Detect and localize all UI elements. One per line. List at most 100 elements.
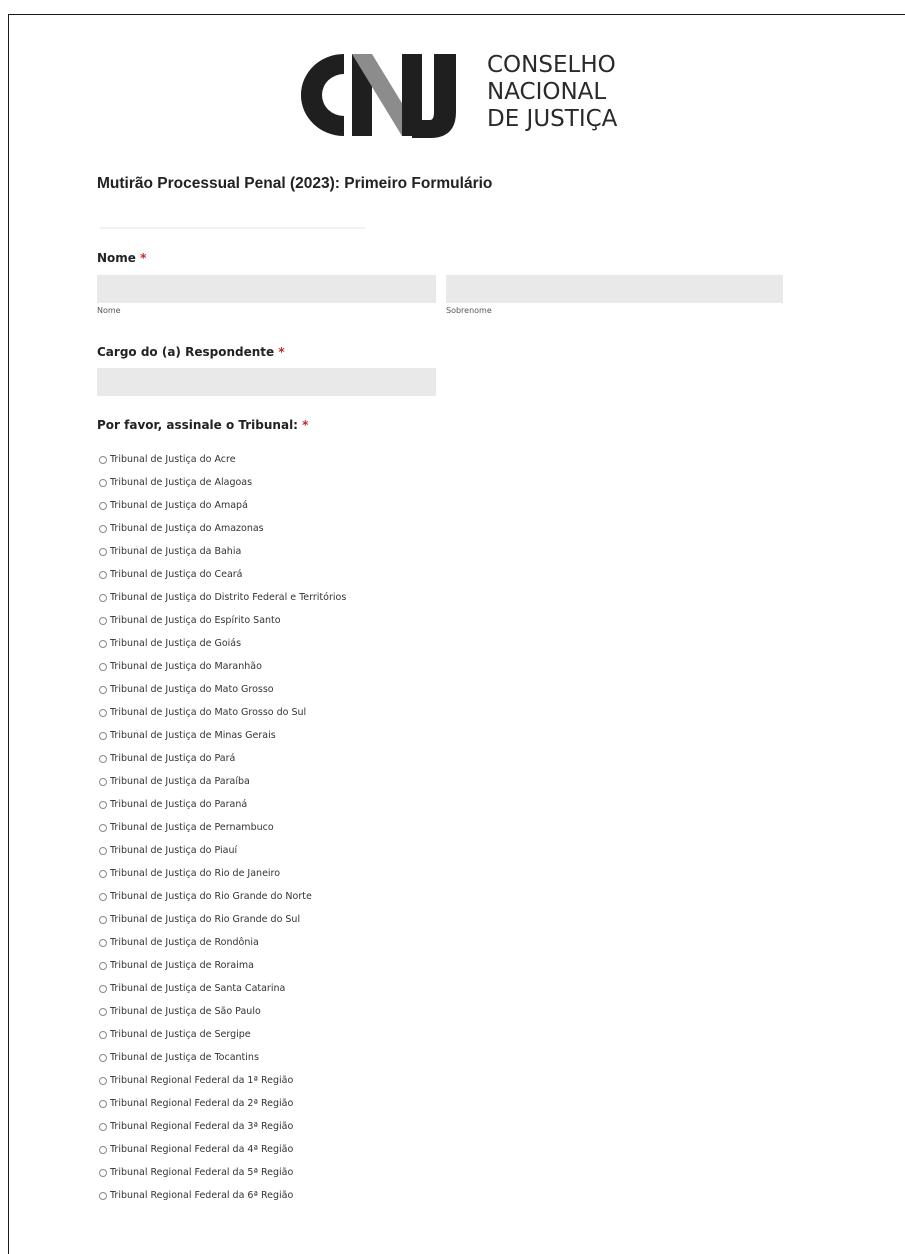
court-option-label: Tribunal de Justiça do Mato Grosso do Su… [110, 707, 307, 718]
court-option[interactable]: Tribunal Regional Federal da 3ª Região [99, 1115, 346, 1138]
first-name-input[interactable] [97, 275, 436, 303]
court-option-label: Tribunal de Justiça de Pernambuco [110, 822, 274, 833]
court-option[interactable]: Tribunal de Justiça do Paraná [99, 793, 346, 816]
radio-button[interactable] [99, 1122, 107, 1131]
last-name-sublabel: Sobrenome [446, 306, 492, 315]
court-option-label: Tribunal de Justiça do Amapá [110, 500, 248, 511]
court-option[interactable]: Tribunal de Justiça da Bahia [99, 540, 346, 563]
radio-button[interactable] [99, 570, 107, 579]
radio-button[interactable] [99, 708, 107, 717]
court-option[interactable]: Tribunal de Justiça de Goiás [99, 632, 346, 655]
court-field-label: Por favor, assinale o Tribunal: * [97, 418, 309, 432]
court-option[interactable]: Tribunal de Justiça do Rio de Janeiro [99, 862, 346, 885]
role-input[interactable] [97, 368, 436, 396]
court-option-label: Tribunal de Justiça de Sergipe [110, 1029, 251, 1040]
court-option-label: Tribunal de Justiça do Espírito Santo [110, 615, 281, 626]
court-option-label: Tribunal de Justiça do Piauí [110, 845, 238, 856]
faint-divider [100, 227, 365, 229]
form-title: Mutirão Processual Penal (2023): Primeir… [97, 175, 493, 192]
court-option-label: Tribunal de Justiça da Paraíba [110, 776, 250, 787]
court-option-label: Tribunal de Justiça do Rio Grande do Sul [110, 914, 301, 925]
court-option[interactable]: Tribunal de Justiça do Pará [99, 747, 346, 770]
court-option-label: Tribunal de Justiça de Goiás [110, 638, 242, 649]
court-option[interactable]: Tribunal de Justiça de Pernambuco [99, 816, 346, 839]
court-option-label: Tribunal Regional Federal da 3ª Região [110, 1121, 294, 1132]
radio-button[interactable] [99, 547, 107, 556]
radio-button[interactable] [99, 869, 107, 878]
court-option[interactable]: Tribunal de Justiça do Ceará [99, 563, 346, 586]
court-option[interactable]: Tribunal de Justiça de Tocantins [99, 1046, 346, 1069]
court-option[interactable]: Tribunal de Justiça do Mato Grosso do Su… [99, 701, 346, 724]
court-option[interactable]: Tribunal de Justiça de Minas Gerais [99, 724, 346, 747]
radio-button[interactable] [99, 938, 107, 947]
court-option-label: Tribunal de Justiça de São Paulo [110, 1006, 261, 1017]
radio-button[interactable] [99, 1145, 107, 1154]
court-option-label: Tribunal de Justiça do Rio de Janeiro [110, 868, 281, 879]
court-option[interactable]: Tribunal de Justiça de Sergipe [99, 1023, 346, 1046]
court-option[interactable]: Tribunal de Justiça do Mato Grosso [99, 678, 346, 701]
radio-button[interactable] [99, 524, 107, 533]
radio-button[interactable] [99, 984, 107, 993]
radio-button[interactable] [99, 662, 107, 671]
radio-button[interactable] [99, 823, 107, 832]
court-option[interactable]: Tribunal Regional Federal da 6ª Região [99, 1184, 346, 1207]
court-option[interactable]: Tribunal de Justiça do Espírito Santo [99, 609, 346, 632]
org-name-line-2: NACIONAL [487, 79, 607, 105]
court-option-label: Tribunal de Justiça do Ceará [110, 569, 243, 580]
court-option[interactable]: Tribunal de Justiça do Amazonas [99, 517, 346, 540]
court-option-label: Tribunal de Justiça do Distrito Federal … [110, 592, 347, 603]
radio-button[interactable] [99, 1076, 107, 1085]
court-option-label: Tribunal de Justiça do Rio Grande do Nor… [110, 891, 312, 902]
court-option[interactable]: Tribunal de Justiça de Santa Catarina [99, 977, 346, 1000]
court-option-label: Tribunal de Justiça de Santa Catarina [110, 983, 286, 994]
radio-button[interactable] [99, 501, 107, 510]
name-field-label: Nome * [97, 251, 147, 265]
radio-button[interactable] [99, 1191, 107, 1200]
court-option-label: Tribunal de Justiça de Roraima [110, 960, 254, 971]
court-option[interactable]: Tribunal de Justiça do Rio Grande do Nor… [99, 885, 346, 908]
radio-button[interactable] [99, 616, 107, 625]
radio-button[interactable] [99, 754, 107, 763]
radio-button[interactable] [99, 455, 107, 464]
court-option[interactable]: Tribunal de Justiça de Roraima [99, 954, 346, 977]
radio-button[interactable] [99, 685, 107, 694]
court-option-label: Tribunal de Justiça do Paraná [110, 799, 248, 810]
court-option[interactable]: Tribunal Regional Federal da 1ª Região [99, 1069, 346, 1092]
radio-button[interactable] [99, 593, 107, 602]
radio-button[interactable] [99, 1168, 107, 1177]
radio-button[interactable] [99, 1030, 107, 1039]
last-name-input[interactable] [446, 275, 783, 303]
org-name-line-3: DE JUSTIÇA [487, 106, 618, 132]
radio-button[interactable] [99, 892, 107, 901]
court-option[interactable]: Tribunal Regional Federal da 2ª Região [99, 1092, 346, 1115]
radio-button[interactable] [99, 777, 107, 786]
radio-button[interactable] [99, 731, 107, 740]
court-option[interactable]: Tribunal Regional Federal da 5ª Região [99, 1161, 346, 1184]
radio-button[interactable] [99, 915, 107, 924]
radio-button[interactable] [99, 1099, 107, 1108]
radio-button[interactable] [99, 961, 107, 970]
radio-button[interactable] [99, 800, 107, 809]
court-option[interactable]: Tribunal de Justiça da Paraíba [99, 770, 346, 793]
radio-button[interactable] [99, 478, 107, 487]
radio-button[interactable] [99, 1053, 107, 1062]
court-option-label: Tribunal de Justiça do Pará [110, 753, 236, 764]
court-option[interactable]: Tribunal de Justiça de Rondônia [99, 931, 346, 954]
radio-button[interactable] [99, 846, 107, 855]
court-option-label: Tribunal Regional Federal da 5ª Região [110, 1167, 294, 1178]
court-option[interactable]: Tribunal de Justiça do Piauí [99, 839, 346, 862]
court-option[interactable]: Tribunal Regional Federal da 4ª Região [99, 1138, 346, 1161]
radio-button[interactable] [99, 639, 107, 648]
court-option[interactable]: Tribunal de Justiça de Alagoas [99, 471, 346, 494]
court-option-label: Tribunal de Justiça do Mato Grosso [110, 684, 274, 695]
court-option[interactable]: Tribunal de Justiça de São Paulo [99, 1000, 346, 1023]
court-option[interactable]: Tribunal de Justiça do Distrito Federal … [99, 586, 346, 609]
required-marker: * [302, 418, 309, 432]
court-option[interactable]: Tribunal de Justiça do Maranhão [99, 655, 346, 678]
court-option-label: Tribunal de Justiça de Rondônia [110, 937, 259, 948]
court-option[interactable]: Tribunal de Justiça do Rio Grande do Sul [99, 908, 346, 931]
court-option[interactable]: Tribunal de Justiça do Amapá [99, 494, 346, 517]
radio-button[interactable] [99, 1007, 107, 1016]
cnj-logo: CONSELHO NACIONAL DE JUSTIÇA [284, 40, 624, 150]
court-option[interactable]: Tribunal de Justiça do Acre [99, 448, 346, 471]
